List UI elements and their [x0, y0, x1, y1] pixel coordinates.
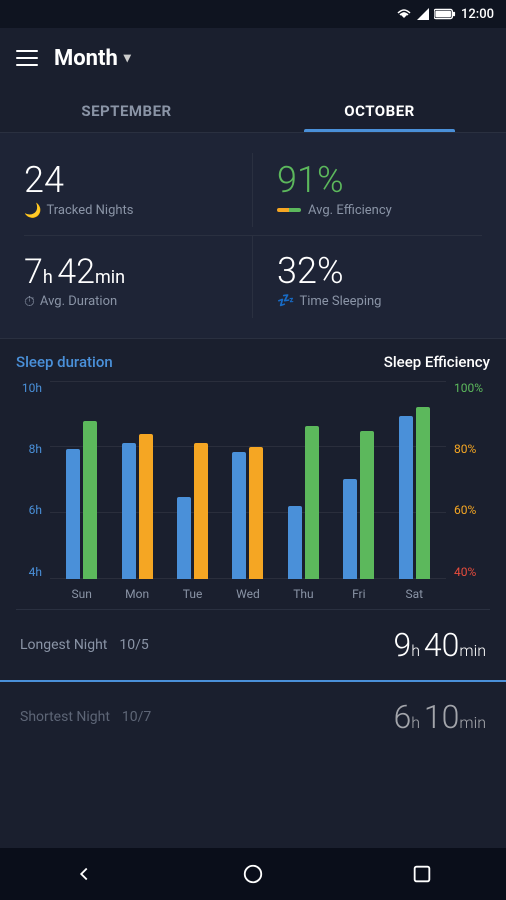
recents-icon: [411, 863, 433, 885]
day-group-tue: [165, 443, 220, 579]
app-header: Month ▾: [0, 28, 506, 88]
recents-button[interactable]: [402, 854, 442, 894]
wifi-icon: [396, 8, 412, 20]
x-label-fri: Fri: [331, 587, 386, 601]
x-label-sat: Sat: [387, 587, 442, 601]
y-label-4h: 4h: [29, 565, 42, 579]
bar-mon-orange: [139, 434, 153, 579]
bar-sat-green: [416, 407, 430, 579]
y-label-100pct: 100%: [454, 381, 483, 395]
moon-icon: 🌙: [24, 203, 41, 219]
battery-icon: [434, 8, 456, 20]
bar-sat-blue: [399, 416, 413, 579]
signal-icon: [417, 8, 429, 20]
home-button[interactable]: [233, 854, 273, 894]
tracked-nights-stat: 24 🌙 Tracked Nights: [24, 153, 253, 227]
bar-tue-blue: [177, 497, 191, 579]
y-label-80pct: 80%: [454, 442, 476, 456]
tracked-nights-value: 24: [24, 161, 232, 201]
chart-header: Sleep duration Sleep Efficiency: [16, 353, 490, 371]
day-group-sun: [54, 421, 109, 579]
x-label-thu: Thu: [276, 587, 331, 601]
time-sleeping-value: 32%: [277, 252, 482, 292]
hamburger-menu[interactable]: [16, 50, 38, 66]
y-label-6h: 6h: [29, 503, 42, 517]
tab-october[interactable]: OCTOBER: [253, 88, 506, 132]
longest-night-date: 10/5: [119, 637, 148, 653]
back-icon: [73, 863, 95, 885]
x-label-mon: Mon: [109, 587, 164, 601]
bar-fri-green: [360, 431, 374, 579]
time-sleeping-stat: 32% 💤 Time Sleeping: [253, 235, 482, 318]
chart-section: Sleep duration Sleep Efficiency 10h 8h 6…: [0, 339, 506, 609]
bar-fri-blue: [343, 479, 357, 579]
nav-bar: [0, 848, 506, 900]
status-bar: 12:00: [0, 0, 506, 28]
shortest-night-row: Shortest Night 10/7 6h 10min: [0, 682, 506, 752]
bar-thu-green: [305, 426, 319, 579]
y-label-60pct: 60%: [454, 503, 476, 517]
home-icon: [242, 863, 264, 885]
longest-night-value: 9h 40min: [393, 626, 486, 664]
longest-night-label: Longest Night: [20, 637, 107, 653]
x-label-sun: Sun: [54, 587, 109, 601]
y-label-8h: 8h: [29, 442, 42, 456]
bar-wed-blue: [232, 452, 246, 579]
y-axis-left: 10h 8h 6h 4h: [16, 381, 50, 601]
period-label: Month: [54, 46, 118, 71]
bar-tue-orange: [194, 443, 208, 579]
avg-efficiency-label: Avg. Efficiency: [277, 203, 482, 218]
x-label-tue: Tue: [165, 587, 220, 601]
period-selector[interactable]: Month ▾: [54, 46, 131, 71]
month-tabs: SEPTEMBER OCTOBER: [0, 88, 506, 133]
x-label-wed: Wed: [220, 587, 275, 601]
bars-row: [50, 381, 446, 579]
day-group-fri: [331, 431, 386, 579]
x-axis: Sun Mon Tue Wed Thu Fri Sat: [50, 587, 446, 601]
y-label-40pct: 40%: [454, 565, 476, 579]
avg-duration-stat: 7h 42min ⏱ Avg. Duration: [24, 235, 253, 318]
avg-duration-label: ⏱ Avg. Duration: [24, 294, 232, 310]
day-group-wed: [220, 447, 275, 579]
efficiency-bar-icon: [277, 208, 301, 212]
back-button[interactable]: [64, 854, 104, 894]
dropdown-arrow-icon: ▾: [124, 50, 131, 66]
avg-duration-value: 7h 42min: [24, 252, 232, 292]
chart-right-title: Sleep Efficiency: [384, 353, 490, 371]
day-group-sat: [387, 407, 442, 579]
chart-area: Sun Mon Tue Wed Thu Fri Sat: [50, 381, 446, 601]
longest-night-left: Longest Night 10/5: [20, 637, 149, 653]
chart-container: 10h 8h 6h 4h: [16, 381, 490, 601]
time-sleeping-label: 💤 Time Sleeping: [277, 293, 482, 309]
status-time: 12:00: [461, 7, 494, 22]
day-group-thu: [276, 426, 331, 579]
shortest-night-label: Shortest Night: [20, 709, 110, 725]
shortest-night-value: 6h 10min: [393, 698, 486, 736]
chart-left-title: Sleep duration: [16, 353, 113, 371]
y-axis-right: 100% 80% 60% 40%: [446, 381, 490, 601]
tab-september[interactable]: SEPTEMBER: [0, 88, 253, 132]
clock-icon: ⏱: [24, 294, 35, 310]
avg-efficiency-stat: 91% Avg. Efficiency: [253, 153, 482, 227]
shortest-night-date: 10/7: [122, 709, 151, 725]
status-icons: 12:00: [396, 7, 494, 22]
sleeping-icon: 💤: [277, 293, 294, 309]
tracked-nights-label: 🌙 Tracked Nights: [24, 203, 232, 219]
longest-night-row: Longest Night 10/5 9h 40min: [0, 610, 506, 682]
bar-sun-blue: [66, 449, 80, 579]
bar-mon-blue: [122, 443, 136, 579]
stats-grid: 24 🌙 Tracked Nights 91% Avg. Efficiency …: [0, 133, 506, 339]
avg-efficiency-value: 91%: [277, 161, 482, 201]
shortest-night-left: Shortest Night 10/7: [20, 709, 151, 725]
day-group-mon: [109, 434, 164, 579]
bar-thu-blue: [288, 506, 302, 579]
bar-sun-green: [83, 421, 97, 579]
y-label-10h: 10h: [22, 381, 42, 395]
bar-wed-orange: [249, 447, 263, 579]
